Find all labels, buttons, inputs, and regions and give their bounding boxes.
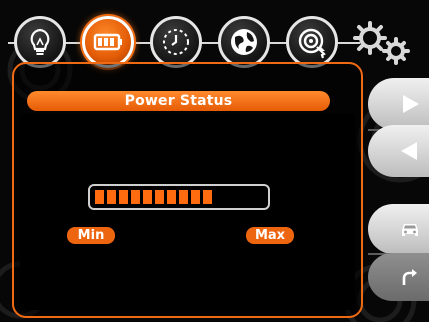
meter-segment bbox=[155, 190, 164, 204]
return-arrow-icon bbox=[402, 269, 417, 285]
power-level-meter bbox=[88, 184, 270, 210]
globe-icon bbox=[231, 29, 257, 55]
car-icon bbox=[402, 224, 418, 236]
meter-segment bbox=[107, 190, 116, 204]
lightbulb-icon bbox=[30, 28, 50, 55]
gears-icon[interactable] bbox=[350, 18, 416, 70]
max-label: Max bbox=[246, 227, 294, 244]
min-label: Min bbox=[67, 227, 115, 244]
play-left-icon bbox=[401, 142, 417, 160]
nav-button-target[interactable] bbox=[286, 16, 338, 68]
power-level-fill bbox=[95, 190, 212, 204]
back-button[interactable] bbox=[368, 253, 429, 301]
meter-segment bbox=[167, 190, 176, 204]
panel-content-area bbox=[20, 114, 355, 310]
nav-button-power[interactable] bbox=[82, 16, 134, 68]
nav-button-lighting[interactable] bbox=[14, 16, 66, 68]
panel-title: Power Status bbox=[27, 91, 330, 111]
meter-segment bbox=[203, 190, 212, 204]
next-button[interactable] bbox=[368, 78, 429, 130]
meter-segment bbox=[95, 190, 104, 204]
meter-segment bbox=[119, 190, 128, 204]
previous-button[interactable] bbox=[368, 125, 429, 177]
vehicle-button[interactable] bbox=[368, 204, 429, 254]
clock-icon bbox=[163, 29, 189, 55]
battery-icon bbox=[93, 33, 122, 51]
meter-segment bbox=[179, 190, 188, 204]
meter-segment bbox=[143, 190, 152, 204]
target-icon bbox=[298, 28, 326, 59]
play-right-icon bbox=[403, 95, 419, 113]
nav-button-clock[interactable] bbox=[150, 16, 202, 68]
meter-segment bbox=[131, 190, 140, 204]
meter-segment bbox=[191, 190, 200, 204]
nav-button-globe[interactable] bbox=[218, 16, 270, 68]
